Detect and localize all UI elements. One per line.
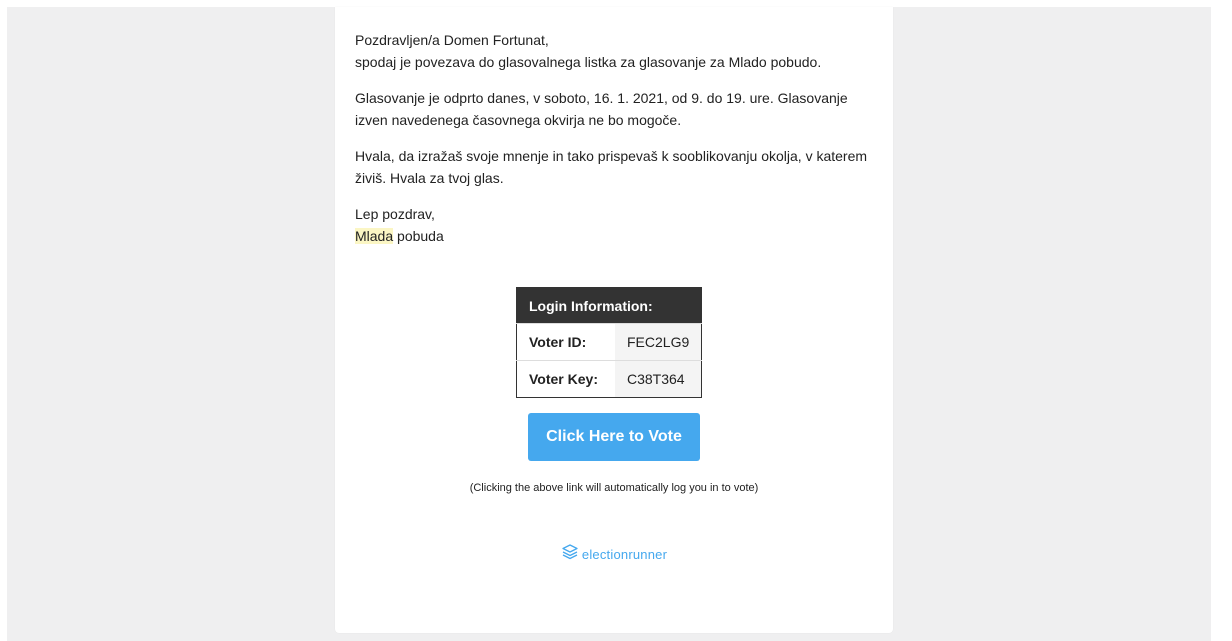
voter-id-value: FEC2LG9 — [615, 323, 702, 361]
signature-rest: pobuda — [397, 228, 444, 244]
electionrunner-logo-icon — [561, 544, 579, 565]
email-viewer-background: Pozdravljen/a Domen Fortunat, spodaj je … — [7, 7, 1211, 641]
closing-text: Lep pozdrav, — [355, 206, 435, 222]
email-body: Pozdravljen/a Domen Fortunat, spodaj je … — [355, 29, 875, 261]
intro-text: spodaj je povezava do glasovalnega listk… — [355, 54, 822, 70]
voter-key-label: Voter Key: — [516, 360, 615, 398]
signature-highlight: Mlada — [355, 228, 394, 244]
voter-key-value: C38T364 — [615, 360, 702, 398]
auto-login-note: (Clicking the above link will automatica… — [469, 482, 759, 494]
schedule-text: Glasovanje je odprto danes, v soboto, 16… — [355, 90, 848, 128]
login-info-header: Login Information: — [516, 287, 702, 324]
electionrunner-logo[interactable]: electionrunner — [335, 544, 893, 565]
greeting-paragraph: Pozdravljen/a Domen Fortunat, spodaj je … — [355, 29, 875, 73]
click-here-to-vote-button[interactable]: Click Here to Vote — [528, 413, 700, 461]
login-info-table: Login Information: Voter ID: FEC2LG9 Vot… — [516, 287, 703, 398]
email-card: Pozdravljen/a Domen Fortunat, spodaj je … — [335, 7, 893, 633]
table-row: Voter ID: FEC2LG9 — [516, 323, 702, 361]
voter-id-label: Voter ID: — [516, 323, 615, 361]
table-row: Voter Key: C38T364 — [516, 360, 702, 398]
electionrunner-logo-text: electionrunner — [581, 547, 668, 562]
greeting-text: Pozdravljen/a Domen Fortunat, — [355, 32, 549, 48]
thanks-text: Hvala, da izražaš svoje mnenje in tako p… — [355, 148, 868, 186]
signature-paragraph: Lep pozdrav, Mlada pobuda — [355, 203, 875, 247]
